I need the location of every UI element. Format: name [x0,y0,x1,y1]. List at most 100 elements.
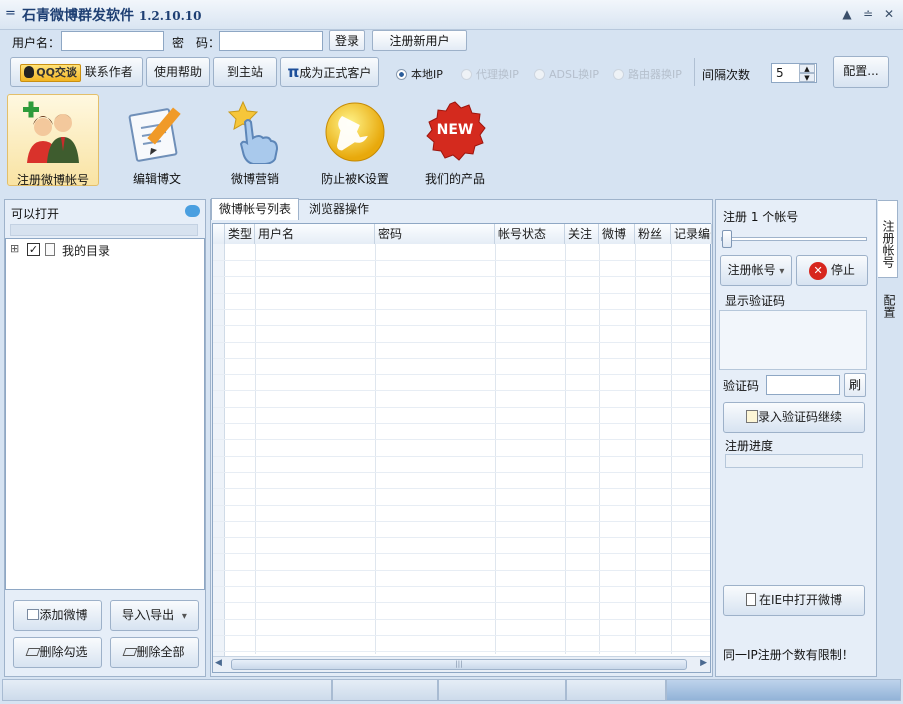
add-list-icon [27,609,40,620]
stop-button[interactable]: ✕ 停止 [796,255,868,286]
refresh-captcha-button[interactable]: 刷 [844,373,866,397]
password-label: 密 码： [172,36,221,50]
grid-row-line [213,602,710,604]
horizontal-scrollbar[interactable]: ◀ ||| ▶ [213,656,710,672]
grid-row-line [213,260,710,261]
username-input[interactable] [61,31,164,51]
grid-row-line [213,504,710,506]
grid-row-line [213,292,710,294]
register-progress-bar [725,454,863,468]
account-grid[interactable]: 类型 用户名 密码 帐号状态 关注 微博 粉丝 记录编号 ◀ ||| ▶ [212,223,712,673]
edit-note-icon [745,410,758,423]
ip-mode-adsl: ADSL换IP [534,66,599,81]
open-in-ie-button[interactable]: 在IE中打开微博 [723,585,865,616]
column-record-id[interactable]: 记录编号 [671,224,712,244]
file-icon [45,243,55,256]
stop-icon: ✕ [809,261,828,280]
side-tab-register[interactable]: 注册帐号 [878,200,898,278]
app-title-text: 石青微博群发软件 [22,8,134,24]
radio-dot [613,69,624,80]
grid-row-line [213,423,710,424]
contact-author-button[interactable]: QQ交谈 联系作者 [10,57,143,87]
captcha-label: 验证码 [723,379,760,393]
status-segment [332,679,438,701]
directory-tree[interactable]: ⊞ ✓ 我的目录 [5,238,205,590]
weibo-marketing-tool[interactable]: 微博营销 [209,94,301,186]
side-tab-config[interactable]: 配置 [878,282,898,322]
captcha-display-label: 显示验证码 [725,294,786,308]
minimize-icon[interactable]: ▲ [838,7,856,23]
qq-badge: QQ交谈 [20,63,81,82]
interval-value: 5 [776,66,784,80]
config-button[interactable]: 配置... [833,56,889,88]
interval-spinner[interactable]: 5 ▲ ▼ [771,63,817,83]
grid-row-line [213,488,710,490]
column-type[interactable]: 类型 [225,224,255,244]
grid-row-line [213,357,710,359]
register-weibo-account-tool[interactable]: 注册微博帐号 [7,94,99,187]
stop-label: 停止 [830,263,855,277]
grid-row-line [213,341,710,343]
grid-row-line [213,553,710,555]
tree-item-label[interactable]: 我的目录 [62,242,110,259]
scroll-grip-icon: ||| [455,660,463,668]
submit-captcha-button[interactable]: 录入验证码继续 [723,402,865,433]
delete-checked-button[interactable]: 删除勾选 [13,637,102,668]
system-menu-icon[interactable]: = [5,6,16,21]
grid-row-line [213,634,710,636]
grid-row-line [213,276,710,278]
radio-dot [396,69,407,80]
spinner-up-icon[interactable]: ▲ [799,64,815,73]
new-badge-text: NEW [436,122,474,138]
tab-account-list[interactable]: 微博帐号列表 [211,198,300,220]
wrench-icon [323,100,387,164]
scroll-left-icon[interactable]: ◀ [215,658,222,668]
restore-icon[interactable]: ≐ [859,7,877,23]
grid-row-line [213,439,710,441]
column-following[interactable]: 关注 [565,224,599,244]
login-button[interactable]: 登录 [329,30,365,51]
register-count-label: 注册 1 个帐号 [723,210,799,224]
document-icon [745,593,756,606]
add-weibo-button[interactable]: 添加微博 [13,600,102,631]
register-account-dropdown[interactable]: 注册帐号 ▾ [720,255,792,286]
grid-corner [213,224,225,244]
spinner-down-icon[interactable]: ▼ [799,73,815,82]
status-segment [2,679,332,701]
password-input[interactable] [219,31,323,51]
delete-all-button[interactable]: 删除全部 [110,637,199,668]
column-password[interactable]: 密码 [375,224,495,244]
column-username[interactable]: 用户名 [255,224,375,244]
grid-row-line [213,374,710,376]
register-user-button[interactable]: 注册新用户 [372,30,467,51]
slider-thumb[interactable] [722,230,732,248]
captcha-input[interactable] [766,375,840,395]
help-button[interactable]: 使用帮助 [146,57,210,87]
ip-mode-local[interactable]: 本地IP [396,66,443,81]
column-account-status[interactable]: 帐号状态 [495,224,565,244]
become-customer-button[interactable]: π成为正式客户 [280,57,379,87]
column-posts[interactable]: 微博 [599,224,635,244]
new-badge-icon: NEW [423,100,487,164]
import-export-dropdown[interactable]: 导入\导出 ▾ [110,600,199,631]
our-products-tool[interactable]: NEW 我们的产品 [409,94,501,186]
weibo-marketing-label: 微博营销 [230,172,279,186]
close-icon[interactable]: ✕ [880,7,898,23]
ip-limit-note: 同一IP注册个数有限制！ [723,648,854,662]
register-count-slider[interactable] [721,230,867,248]
slider-track [721,237,867,241]
ip-mode-proxy: 代理换IP [461,66,519,81]
column-followers[interactable]: 粉丝 [635,224,671,244]
left-panel-filter [10,224,198,236]
tree-expander-icon[interactable]: ⊞ [10,242,19,255]
edit-post-tool[interactable]: 编辑博文 [111,94,203,186]
scroll-right-icon[interactable]: ▶ [700,658,707,668]
chat-bubble-icon [185,205,200,217]
home-site-button[interactable]: 到主站 [213,57,277,87]
anti-ban-settings-tool[interactable]: 防止被K设置 [309,94,401,186]
tree-checkbox[interactable]: ✓ [27,243,40,256]
scroll-thumb[interactable]: ||| [231,659,687,670]
tab-browser-ops[interactable]: 浏览器操作 [302,199,376,221]
grid-row-line [213,651,710,653]
username-label: 用户名： [12,36,61,50]
